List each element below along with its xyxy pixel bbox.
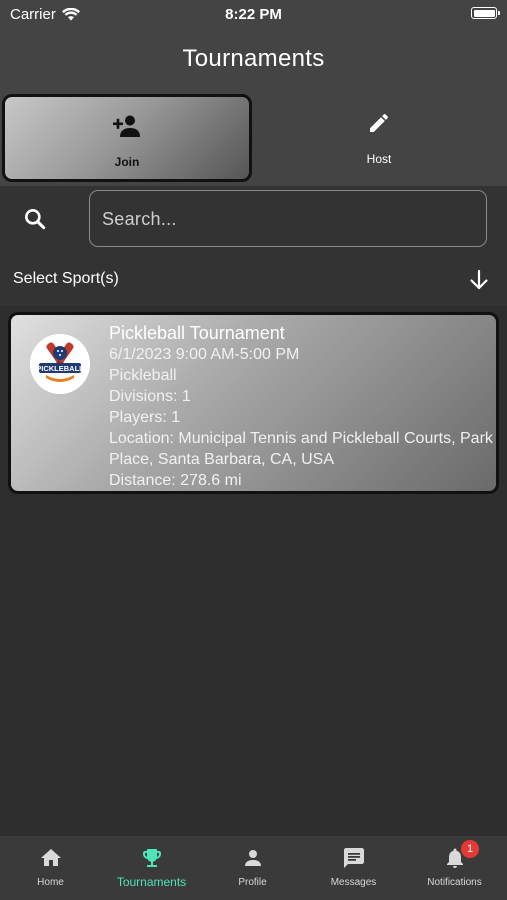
search-placeholder: Search... [102,209,177,229]
tournament-date: 6/1/2023 9:00 AM-5:00 PM [109,346,300,363]
tab-join-label: Join [114,155,140,169]
home-icon [40,849,61,866]
tournament-divisions: Divisions: 1 [109,388,191,405]
nav-notifications[interactable]: 1 Notifications [404,836,505,900]
bottom-nav: Home Tournaments Profile Messages 1 Noti… [0,836,507,900]
tab-host-label: Host [366,152,392,166]
nav-home[interactable]: Home [0,836,101,900]
pencil-icon [370,113,389,132]
pickleball-logo-icon: PICKLEBALL [30,334,90,394]
trophy-icon [142,849,161,867]
arrow-down-icon[interactable] [467,268,491,297]
nav-home-label: Home [37,877,64,888]
search-row: Search... [0,188,507,254]
app-header: Tournaments [0,28,507,92]
message-icon [343,848,364,868]
search-button[interactable] [22,206,48,237]
nav-tournaments[interactable]: Tournaments [101,836,202,900]
sport-filter[interactable]: Select Sport(s) [0,256,507,304]
tab-host[interactable]: Host [254,94,504,182]
notification-badge: 1 [461,840,479,858]
tournament-sport: Pickleball [109,367,177,384]
nav-profile-label: Profile [238,877,267,888]
battery-icon [471,7,500,19]
status-bar: Carrier 8:22 PM [0,0,507,28]
tournament-location: Location: Municipal Tennis and Picklebal… [109,430,493,468]
nav-messages-label: Messages [330,877,377,888]
person-add-icon [113,115,140,137]
page-title: Tournaments [182,45,325,72]
mode-tabs: Join Host [0,92,507,186]
tournament-distance: Distance: 278.6 mi [109,472,242,489]
tournament-logo: PICKLEBALL [30,334,90,394]
search-icon [25,209,46,230]
nav-tournaments-label: Tournaments [116,875,187,889]
person-icon [244,850,261,866]
tournament-card[interactable]: PICKLEBALL Pickleball Tournament 6/1/202… [8,312,499,494]
tournament-details: Pickleball Tournament 6/1/2023 9:00 AM-5… [109,322,494,491]
tournament-title: Pickleball Tournament [109,323,285,343]
tournament-list: PICKLEBALL Pickleball Tournament 6/1/202… [0,306,507,836]
nav-profile[interactable]: Profile [202,836,303,900]
tab-join[interactable]: Join [2,94,252,182]
nav-notifications-label: Notifications [427,877,482,888]
status-time: 8:22 PM [225,6,282,23]
search-input[interactable]: Search... [89,190,487,247]
nav-messages[interactable]: Messages [303,836,404,900]
logo-text: PICKLEBALL [36,364,84,373]
sport-filter-label: Select Sport(s) [13,270,119,287]
tournament-players: Players: 1 [109,409,181,426]
